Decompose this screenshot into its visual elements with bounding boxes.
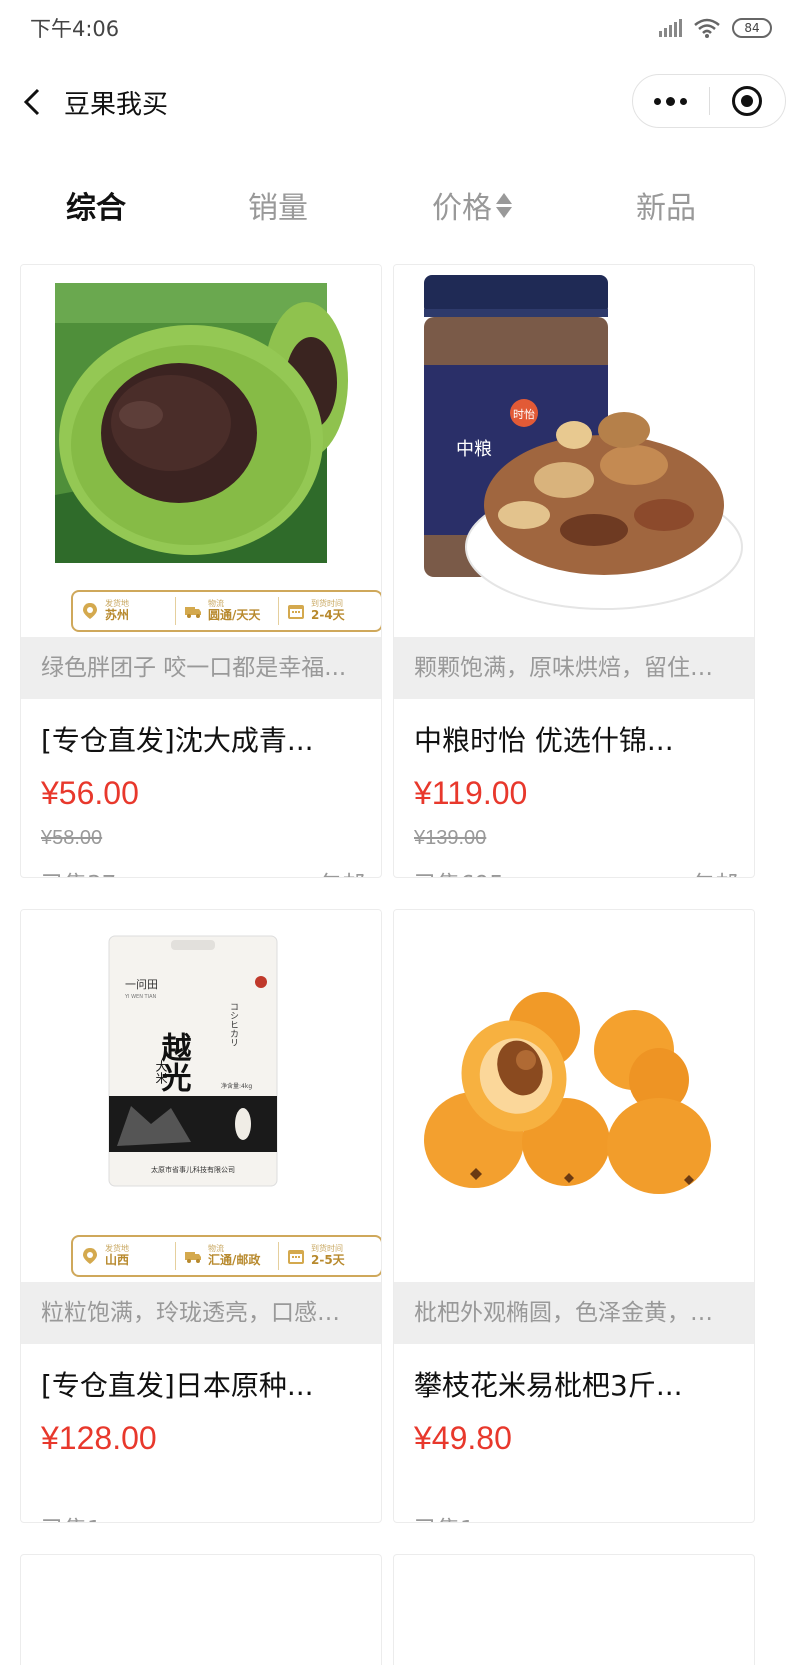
ship-origin: 发货地 山西 (73, 1242, 176, 1270)
more-dot-icon (680, 97, 688, 105)
loquat-image (424, 992, 711, 1194)
jar-brand-text: 时怡 (513, 407, 535, 421)
product-image (394, 910, 754, 1282)
product-image: 时怡 中粮 (394, 265, 754, 637)
miniprogram-capsule (632, 74, 786, 128)
status-bar: 下午4:06 84 (0, 0, 800, 56)
product-description: 枇杷外观椭圆，色泽金黄，皮... (394, 1282, 754, 1344)
product-name: [专仓直发]沈大成青... (41, 724, 314, 757)
tab-label: 新品 (636, 191, 696, 226)
location-pin-icon (83, 603, 97, 619)
product-price: ¥119.00 (414, 775, 528, 811)
shipping-info-strip: 发货地 苏州 物流 圆通/天天 到货时间 2-4天 (71, 590, 381, 632)
bag-company-text: 太原市省事儿科技有限公司 (151, 1165, 235, 1174)
product-sold-count: 已售1 (41, 1510, 102, 1522)
product-name: 攀枝花米易枇杷3斤... (414, 1369, 683, 1402)
product-card[interactable]: 时怡 中粮 颗颗饱满，原味烘焙，留住果... 中粮时怡 优选什锦... ¥119… (393, 264, 755, 878)
tab-price[interactable]: 价格 (432, 183, 512, 227)
product-price: ¥56.00 (41, 775, 139, 811)
truck-icon (185, 607, 201, 618)
bag-sub-text: 大米 (154, 1060, 168, 1084)
product-original-price: ¥58.00 (41, 827, 103, 849)
battery-icon: 84 (732, 18, 772, 38)
qingtuan-image (55, 283, 348, 563)
status-time: 下午4:06 (30, 17, 120, 41)
free-shipping-label: 包邮 (692, 865, 738, 877)
product-description: 粒粒饱满，玲珑透亮，口感香... (21, 1282, 381, 1344)
ship-carrier: 物流 圆通/天天 (176, 597, 279, 625)
nav-bar: 豆果我买 (0, 60, 800, 148)
ship-time: 到货时间 2-4天 (279, 597, 381, 625)
product-original-price: ¥139.00 (414, 827, 487, 849)
product-sold-count: 已售37 (41, 865, 116, 877)
tab-label: 综合 (66, 191, 126, 226)
shipping-info-strip: 发货地 山西 物流 汇通/邮政 到货时间 2-5天 (71, 1235, 381, 1277)
bag-jp-text: コシヒカリ (228, 1002, 238, 1047)
product-price: ¥128.00 (41, 1420, 157, 1456)
rice-bag-image: 一问田 YI WEN TIAN コシヒカリ 越光 大米 净含量:4kg 太原市省… (108, 935, 278, 1187)
bag-brand-text: 一问田 (125, 978, 158, 991)
product-image: 一问田 YI WEN TIAN コシヒカリ 越光 大米 净含量:4kg 太原市省… (21, 910, 381, 1282)
ship-time: 到货时间 2-5天 (279, 1242, 381, 1270)
free-shipping-label: 包邮 (319, 865, 365, 877)
target-icon (732, 86, 763, 116)
more-button[interactable] (633, 75, 709, 127)
product-name: [专仓直发]日本原种... (41, 1369, 314, 1402)
product-price: ¥49.80 (414, 1420, 512, 1456)
signal-icon (659, 19, 682, 37)
product-name: 中粮时怡 优选什锦... (414, 724, 674, 757)
more-dot-icon (654, 97, 662, 105)
product-card[interactable] (20, 1554, 382, 1665)
page-title: 豆果我买 (64, 90, 169, 120)
sort-tabs: 综合 销量 价格 新品 (0, 170, 800, 240)
sort-arrows-icon (496, 192, 512, 218)
product-card[interactable] (393, 1554, 755, 1665)
ship-origin: 发货地 苏州 (73, 597, 176, 625)
nuts-jar-image: 时怡 中粮 (424, 275, 743, 610)
tab-comprehensive[interactable]: 综合 (66, 183, 126, 227)
location-pin-icon (83, 1248, 97, 1264)
tab-label: 价格 (432, 191, 492, 226)
calendar-icon (288, 1250, 304, 1264)
product-image: 发货地 苏州 物流 圆通/天天 到货时间 2-4天 (21, 265, 381, 637)
product-card[interactable]: 发货地 苏州 物流 圆通/天天 到货时间 2-4天 绿色胖团子 咬一口都是幸福... … (20, 264, 382, 878)
status-indicators: 84 (659, 18, 772, 38)
tab-new[interactable]: 新品 (636, 183, 696, 227)
product-description: 绿色胖团子 咬一口都是幸福... (21, 637, 381, 699)
calendar-icon (288, 605, 304, 619)
more-dot-icon (666, 96, 676, 106)
truck-icon (185, 1252, 201, 1263)
product-sold-count: 已售1 (414, 1510, 475, 1522)
tab-sales[interactable]: 销量 (248, 183, 308, 227)
product-card[interactable]: 一问田 YI WEN TIAN コシヒカリ 越光 大米 净含量:4kg 太原市省… (20, 909, 382, 1523)
jar-label-text: 中粮 (456, 439, 492, 460)
back-arrow-icon[interactable] (18, 82, 46, 122)
close-miniprogram-button[interactable] (710, 75, 786, 127)
product-description: 颗颗饱满，原味烘焙，留住果... (394, 637, 754, 699)
tab-label: 销量 (248, 191, 308, 226)
product-sold-count: 已售695 (414, 865, 504, 877)
bag-weight-text: 净含量:4kg (221, 1082, 252, 1090)
ship-carrier: 物流 汇通/邮政 (176, 1242, 279, 1270)
product-card[interactable]: 枇杷外观椭圆，色泽金黄，皮... 攀枝花米易枇杷3斤... ¥49.80 已售1 (393, 909, 755, 1523)
bag-brand-en-text: YI WEN TIAN (124, 994, 157, 1000)
wifi-icon (694, 18, 720, 38)
